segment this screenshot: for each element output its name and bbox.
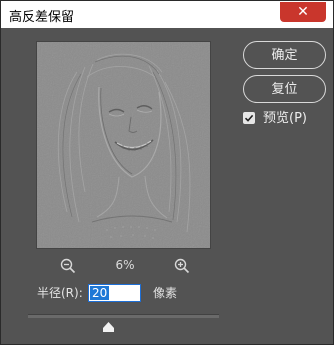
ok-button[interactable]: 确定 (243, 41, 326, 69)
checkbox-checked-icon[interactable] (243, 112, 255, 124)
close-button[interactable]: ✕ (280, 2, 326, 22)
zoom-level: 6% (115, 258, 135, 272)
radius-input[interactable]: 20 (88, 284, 141, 302)
zoom-out-icon[interactable] (59, 257, 77, 275)
high-pass-dialog: 高反差保留 ✕ 6% 确定 复位 预览(P) 半径(R): 20 像素 (0, 0, 334, 345)
radius-unit: 像素 (153, 286, 178, 300)
preview-image[interactable] (36, 41, 211, 249)
zoom-controls: 6% (59, 257, 191, 275)
radius-label: 半径(R): (37, 286, 83, 300)
close-icon: ✕ (297, 4, 309, 20)
high-pass-preview-art (37, 42, 210, 248)
radius-slider-track[interactable] (28, 314, 219, 318)
dialog-title: 高反差保留 (9, 10, 75, 25)
zoom-in-icon[interactable] (173, 257, 191, 275)
radius-slider-thumb[interactable] (102, 317, 114, 332)
reset-button[interactable]: 复位 (243, 75, 326, 103)
radius-value: 20 (90, 286, 110, 300)
preview-checkbox-label: 预览(P) (263, 111, 307, 126)
title-bar[interactable]: 高反差保留 ✕ (1, 1, 333, 28)
